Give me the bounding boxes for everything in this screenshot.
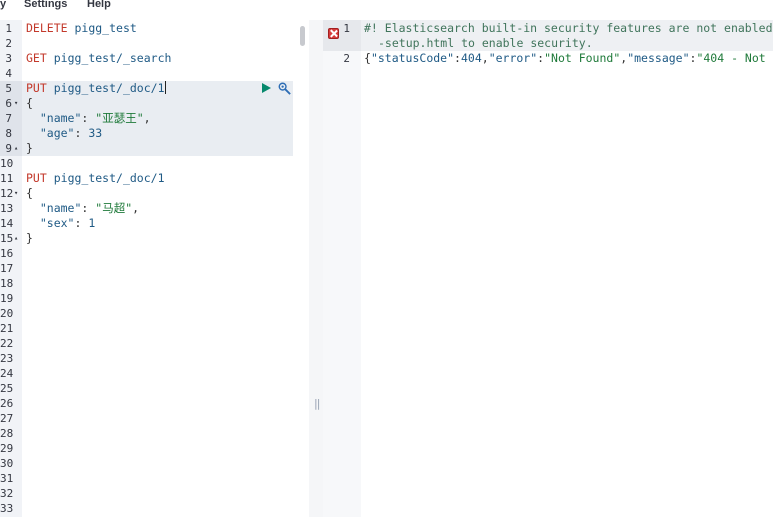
output-line-1-wrap: -setup.html to enable security. <box>378 36 593 50</box>
code-line-3[interactable]: GET pigg_test/_search <box>26 51 171 66</box>
menu-settings[interactable]: Settings <box>24 0 67 10</box>
line-number: 5 <box>5 82 12 95</box>
line-number: 10 <box>0 157 14 170</box>
code-line-8[interactable]: "age": 33 <box>26 126 102 141</box>
fold-toggle-icon[interactable]: ▾ <box>14 186 18 201</box>
line-number: 22 <box>0 337 14 350</box>
code-line-6[interactable]: { <box>26 96 33 111</box>
line-number: 31 <box>0 472 14 485</box>
response-output[interactable]: 1 2 #! Elasticsearch built-in security f… <box>323 20 773 517</box>
fold-toggle-icon[interactable]: ▾ <box>14 96 18 111</box>
fold-toggle-icon[interactable]: ▴ <box>14 141 18 156</box>
line-number: 26 <box>0 397 14 410</box>
line-number: 18 <box>0 277 14 290</box>
line-number: 4 <box>5 67 12 80</box>
line-number: 13 <box>0 202 14 215</box>
text-cursor <box>164 81 166 94</box>
resize-handle-icon[interactable]: || <box>314 397 321 410</box>
line-number: 7 <box>5 112 12 125</box>
editor-scrollbar[interactable] <box>300 26 305 46</box>
line-number: 19 <box>0 292 14 305</box>
output-line-number-2: 2 <box>343 52 350 65</box>
line-number: 27 <box>0 412 14 425</box>
code-line-11[interactable]: PUT pigg_test/_doc/1 <box>26 171 165 186</box>
code-line-15[interactable]: } <box>26 231 33 246</box>
line-number: 33 <box>0 502 14 515</box>
line-number: 9 <box>5 142 12 155</box>
line-number: 32 <box>0 487 14 500</box>
output-line-2: {"statusCode":404,"error":"Not Found","m… <box>364 51 766 65</box>
line-number: 1 <box>5 22 12 35</box>
line-number: 28 <box>0 427 14 440</box>
output-line-number-1: 1 <box>343 22 350 35</box>
line-number: 15 <box>0 232 14 245</box>
line-number: 21 <box>0 322 14 335</box>
menu-history[interactable]: y <box>0 0 6 10</box>
code-line-5[interactable]: PUT pigg_test/_doc/1 <box>26 81 166 96</box>
code-line-9[interactable]: } <box>26 141 33 156</box>
code-line-7[interactable]: "name": "亚瑟王", <box>26 111 151 126</box>
menu-help[interactable]: Help <box>87 0 111 10</box>
output-gutter <box>323 20 361 517</box>
fold-toggle-icon[interactable]: ▴ <box>14 231 18 246</box>
line-number: 3 <box>5 52 12 65</box>
output-line-1: #! Elasticsearch built-in security featu… <box>364 21 773 35</box>
line-number: 25 <box>0 382 14 395</box>
play-icon[interactable] <box>262 83 271 93</box>
line-number: 17 <box>0 262 14 275</box>
code-line-13[interactable]: "name": "马超", <box>26 201 139 216</box>
line-number: 14 <box>0 217 14 230</box>
line-number: 2 <box>5 37 12 50</box>
line-number: 30 <box>0 457 14 470</box>
request-editor[interactable]: 1 2 3 4 5 6 ▾ 7 8 9 ▴ 10 11 12 ▾ 13 14 15 ▴ 16 17 18 19 20 21 22 2… <box>0 20 309 517</box>
code-line-1[interactable]: DELETE pigg_test <box>26 21 137 36</box>
line-number: 20 <box>0 307 14 320</box>
line-number: 8 <box>5 127 12 140</box>
panel-resizer[interactable]: || <box>309 20 323 517</box>
line-number: 16 <box>0 247 14 260</box>
code-line-14[interactable]: "sex": 1 <box>26 216 95 231</box>
line-number: 11 <box>0 172 14 185</box>
top-menu-bar: y Settings Help <box>0 0 773 14</box>
line-number: 23 <box>0 352 14 365</box>
line-number: 24 <box>0 367 14 380</box>
line-number: 12 <box>0 187 14 200</box>
wrench-icon[interactable] <box>277 81 292 96</box>
code-line-12[interactable]: { <box>26 186 33 201</box>
line-number: 6 <box>5 97 12 110</box>
line-number: 29 <box>0 442 14 455</box>
editor-gutter: 1 2 3 4 5 6 ▾ 7 8 9 ▴ 10 11 12 ▾ 13 14 15 ▴ 16 17 18 19 20 21 22 2… <box>0 20 22 517</box>
